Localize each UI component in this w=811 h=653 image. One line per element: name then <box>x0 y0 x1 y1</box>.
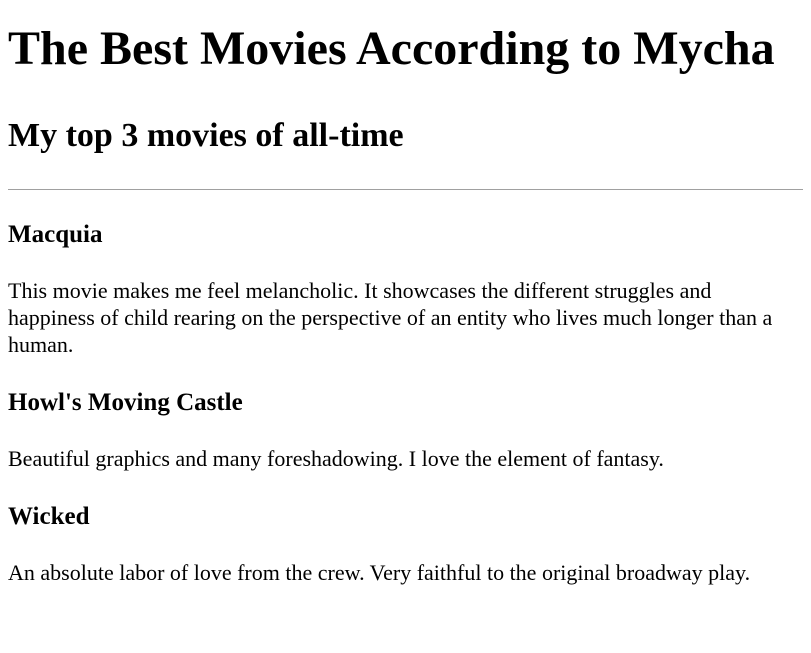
section-divider <box>8 189 803 190</box>
page-title: The Best Movies According to Mycha <box>8 22 775 75</box>
movie-title: Howl's Moving Castle <box>8 389 243 416</box>
movie-item-1: Macquia This movie makes me feel melanch… <box>8 219 803 358</box>
movie-list: Macquia This movie makes me feel melanch… <box>8 219 803 586</box>
movie-title: Macquia <box>8 221 103 248</box>
movie-title: Wicked <box>8 503 90 530</box>
movie-description: Beautiful graphics and many foreshadowin… <box>8 446 664 471</box>
movie-description: This movie makes me feel melancholic. It… <box>8 278 773 357</box>
page-subtitle: My top 3 movies of all-time <box>8 117 404 154</box>
movie-item-2: Howl's Moving Castle Beautiful graphics … <box>8 387 803 472</box>
movie-description: An absolute labor of love from the crew.… <box>8 560 751 585</box>
movie-item-3: Wicked An absolute labor of love from th… <box>8 501 803 586</box>
